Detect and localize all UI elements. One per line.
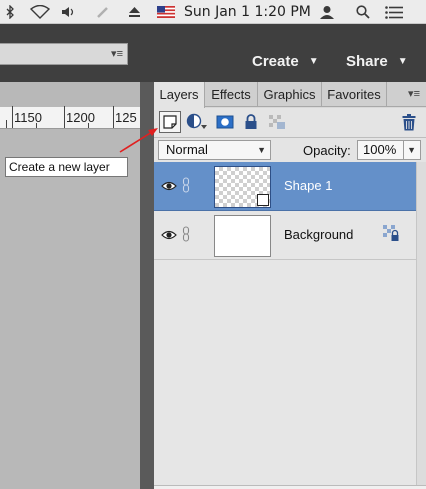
opacity-value: 100% (363, 142, 397, 157)
canvas-area[interactable]: 1150 1200 125 (0, 82, 140, 489)
locked-layer-icon[interactable] (382, 224, 400, 242)
adjustment-layer-icon (186, 113, 207, 129)
lock-all-button[interactable] (240, 111, 262, 133)
user-icon[interactable] (318, 0, 336, 24)
layer-mask-button[interactable] (214, 111, 236, 133)
layers-scrollbar[interactable] (416, 162, 426, 489)
horizontal-ruler: 1150 1200 125 (0, 106, 140, 129)
shape-layer-icon (257, 194, 269, 206)
tab-favorites[interactable]: Favorites (322, 82, 387, 107)
volume-icon[interactable] (60, 0, 78, 24)
panel-divider[interactable] (140, 82, 154, 489)
lock-transparency-icon (269, 115, 285, 129)
trash-icon (402, 113, 416, 130)
new-layer-icon (163, 115, 177, 129)
blend-mode-select[interactable]: Normal ▼ (158, 140, 271, 160)
chevron-down-icon: ▼ (397, 56, 408, 67)
panel-footer (154, 485, 426, 489)
ruler-tick-label: 125 (115, 110, 137, 125)
layer-name[interactable]: Shape 1 (284, 178, 332, 193)
ruler-tick-label: 1150 (14, 110, 42, 125)
chevron-down-icon: ▼ (257, 145, 266, 155)
tab-graphics[interactable]: Graphics (258, 82, 322, 107)
opacity-label: Opacity: (303, 143, 351, 158)
layer-name[interactable]: Background (284, 227, 353, 242)
layer-row-shape-1[interactable]: Shape 1 (154, 162, 416, 211)
create-label: Create (252, 53, 299, 70)
blend-row: Normal ▼ Opacity: 100% ▼ (154, 138, 426, 162)
panel-menu-icon[interactable]: ▾≡ (408, 87, 420, 100)
link-icon[interactable] (182, 226, 190, 242)
document-dropdown[interactable]: ▾≡ (0, 43, 128, 65)
share-button[interactable]: Share ▼ (346, 52, 408, 72)
search-icon[interactable] (354, 0, 372, 24)
us-flag-icon[interactable] (156, 0, 176, 24)
menu-bar: Sun Jan 1 1:20 PM (0, 0, 426, 24)
chevron-down-icon: ▼ (308, 56, 319, 67)
list-icon[interactable] (383, 0, 405, 24)
ruler-tick-label: 1200 (66, 110, 95, 125)
create-button[interactable]: Create ▼ (252, 52, 319, 72)
lock-transparent-button[interactable] (266, 111, 288, 133)
new-layer-button[interactable] (159, 111, 181, 133)
visibility-eye-icon[interactable] (161, 228, 177, 242)
pen-icon[interactable] (94, 0, 112, 24)
adjustment-layer-button[interactable] (184, 111, 210, 133)
share-label: Share (346, 53, 388, 70)
tooltip: Create a new layer (5, 157, 128, 177)
eject-icon[interactable] (126, 0, 142, 24)
delete-layer-button[interactable] (398, 111, 420, 133)
layers-list: Shape 1 Background (154, 162, 426, 489)
lock-icon (245, 114, 257, 129)
opacity-field[interactable]: 100% ▼ (357, 140, 421, 160)
menu-clock[interactable]: Sun Jan 1 1:20 PM (184, 0, 311, 24)
layers-toolbar (154, 108, 426, 138)
layer-mask-icon (216, 115, 234, 129)
tab-layers[interactable]: Layers (154, 82, 205, 108)
layers-panel: Layers Effects Graphics Favorites ▾≡ Nor… (154, 82, 426, 489)
chevron-down-icon[interactable]: ▼ (407, 141, 416, 159)
layer-thumbnail[interactable] (214, 215, 271, 257)
link-icon[interactable] (182, 177, 190, 193)
visibility-eye-icon[interactable] (161, 179, 177, 193)
layer-row-background[interactable]: Background (154, 211, 416, 260)
panel-menu-icon: ▾≡ (111, 48, 123, 60)
blend-mode-value: Normal (166, 142, 208, 157)
panel-tabs: Layers Effects Graphics Favorites ▾≡ (154, 82, 426, 108)
layer-thumbnail[interactable] (214, 166, 271, 208)
wifi-icon[interactable] (28, 0, 52, 24)
tab-effects[interactable]: Effects (205, 82, 258, 107)
bluetooth-icon[interactable] (2, 0, 18, 24)
app-header: ▾≡ Create ▼ Share ▼ (0, 24, 426, 82)
